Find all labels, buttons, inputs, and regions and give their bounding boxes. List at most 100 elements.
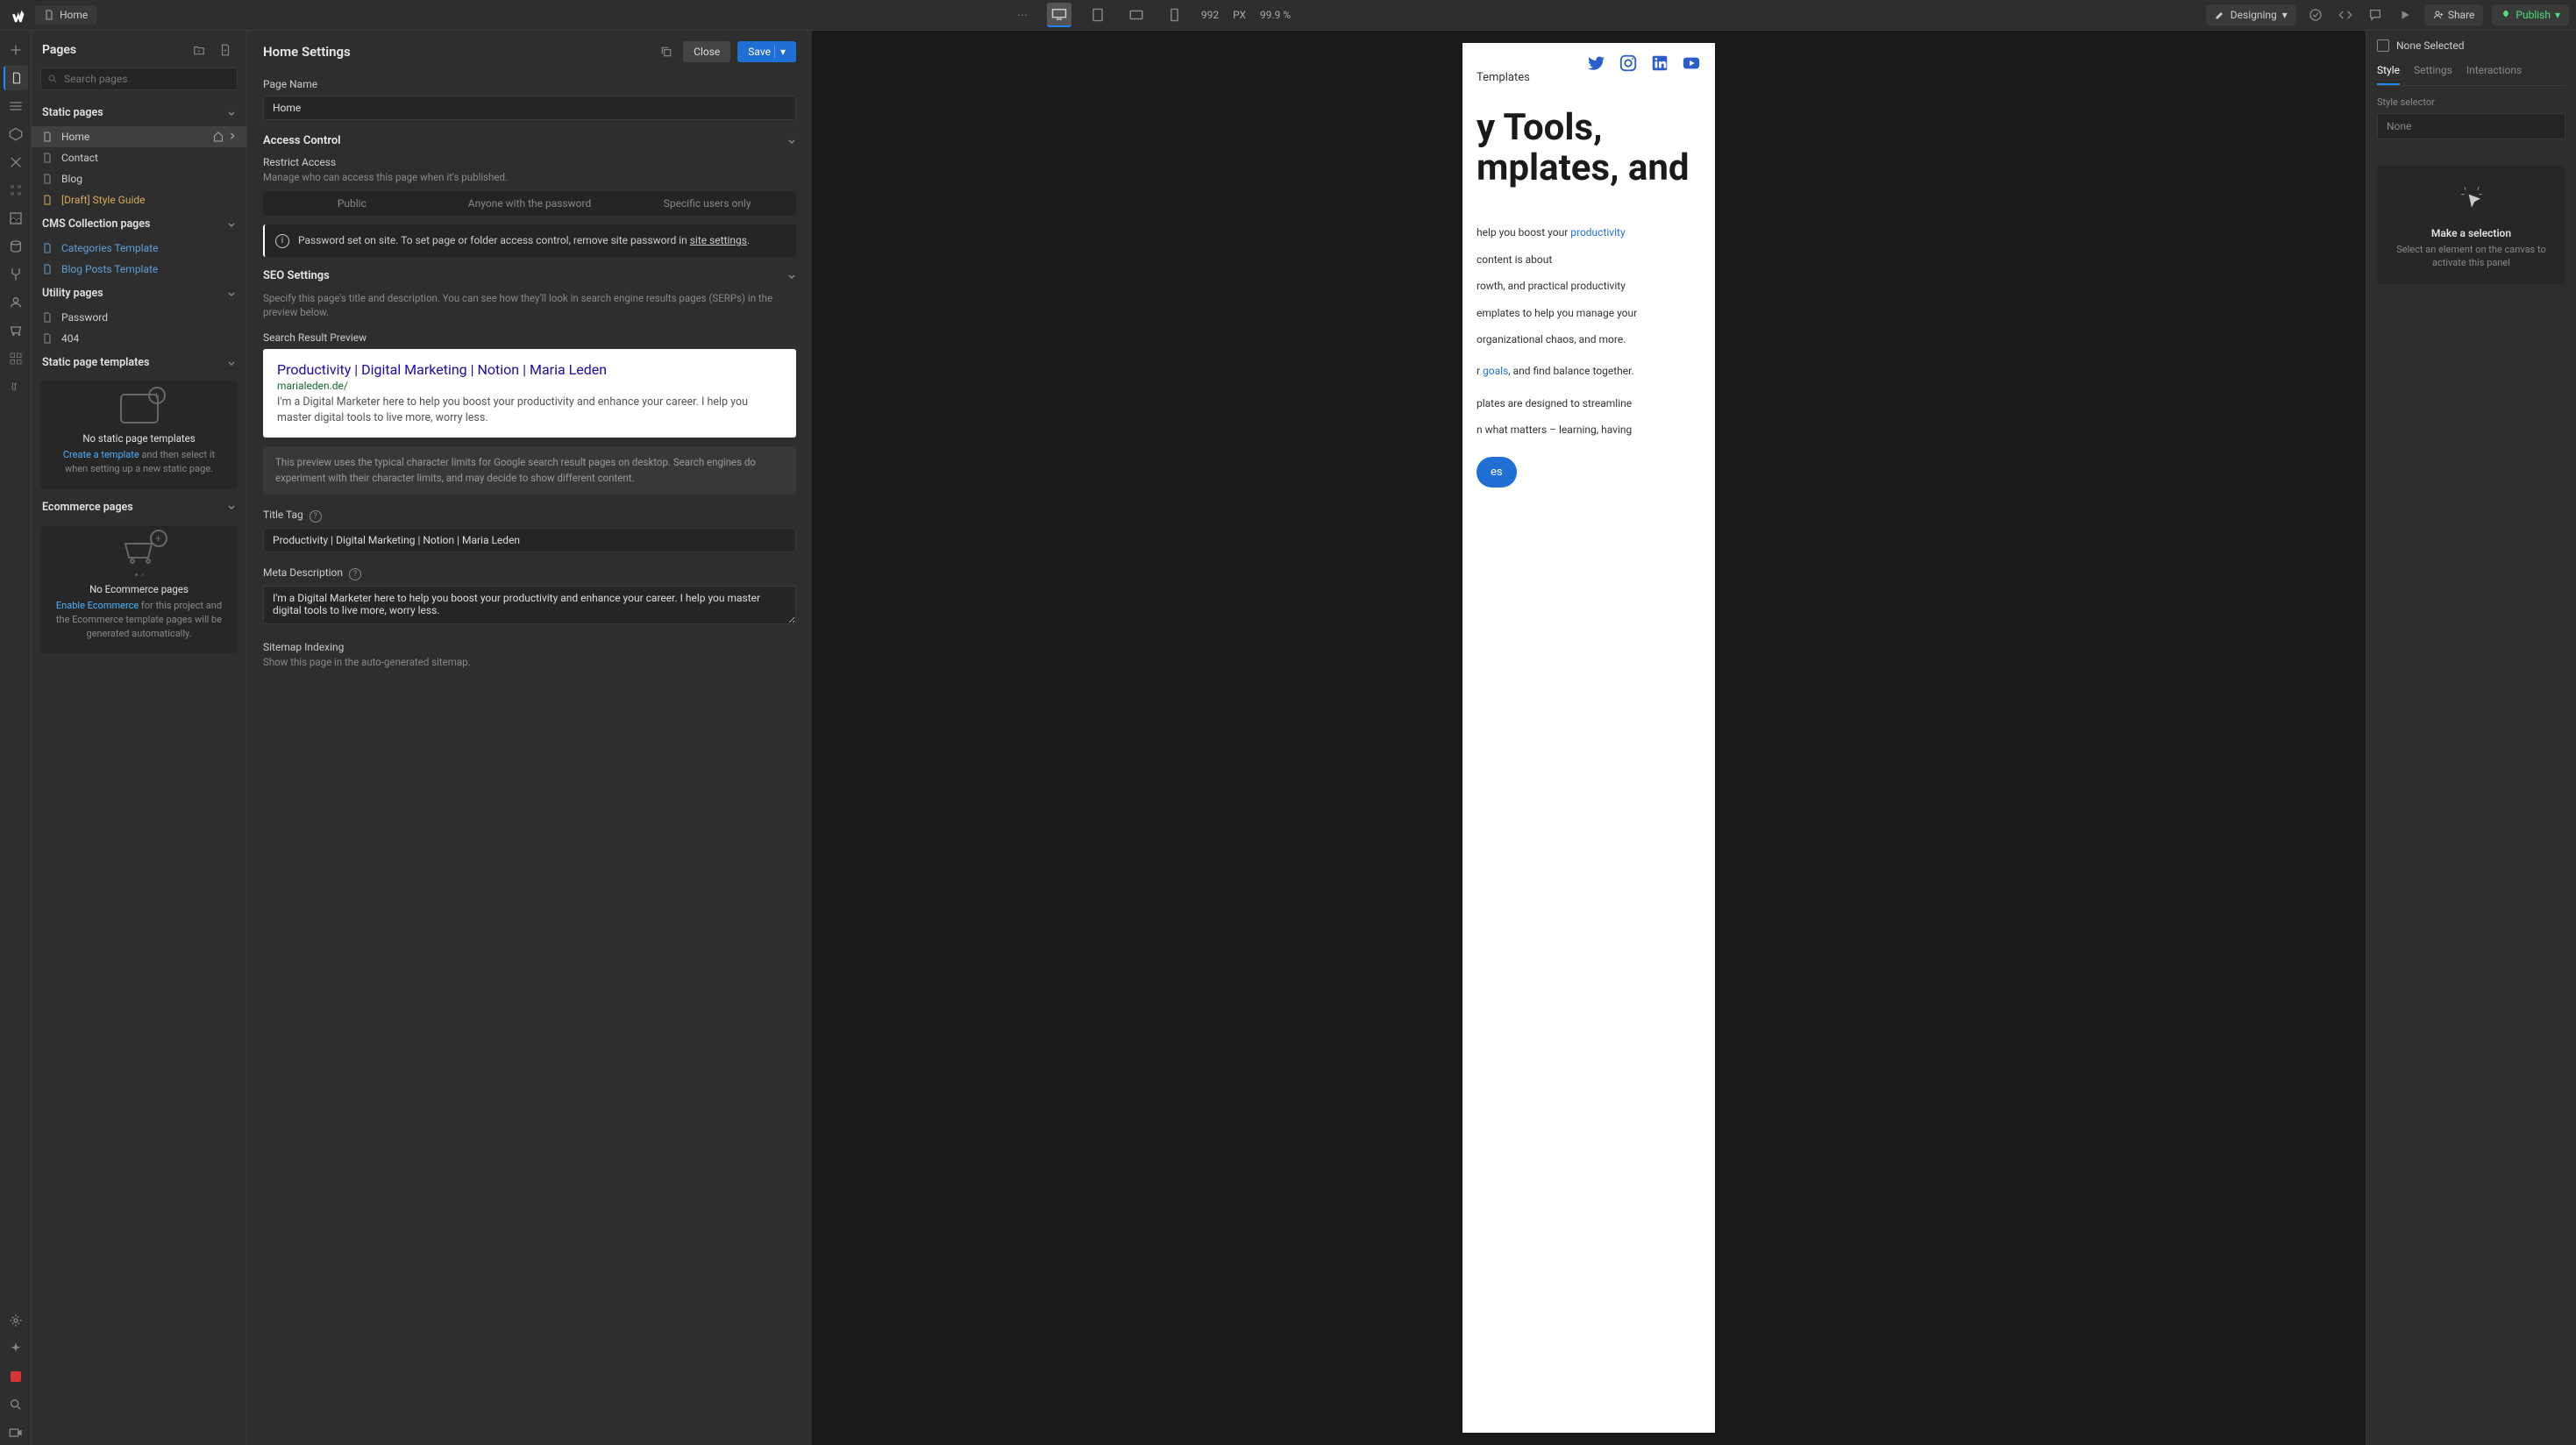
ecommerce-section[interactable]: Ecommerce pages — [32, 494, 246, 521]
breakpoint-landscape-icon[interactable] — [1124, 3, 1149, 27]
ecommerce-icon[interactable] — [4, 318, 28, 343]
hero-paragraph: emplates to help you manage your — [1477, 304, 1701, 322]
chevron-down-icon: ▾ — [2555, 9, 2560, 21]
user-plus-icon — [2433, 10, 2444, 20]
title-tag-input[interactable] — [263, 528, 796, 552]
search-rail-icon[interactable] — [4, 1392, 28, 1417]
more-icon[interactable]: ⋯ — [1012, 4, 1033, 25]
sitemap-label: Sitemap Indexing — [263, 641, 796, 653]
pages-title: Pages — [42, 43, 76, 57]
audit-icon[interactable] — [4, 1364, 28, 1389]
save-button[interactable]: Save ▾ — [737, 41, 796, 62]
duplicate-icon[interactable] — [657, 42, 676, 61]
page-label: Blog — [61, 173, 82, 185]
add-element-icon[interactable] — [4, 38, 28, 62]
canvas-page[interactable]: Templates y Tools, mplates, and help you… — [1462, 43, 1715, 1433]
close-button[interactable]: Close — [683, 41, 730, 62]
help-icon[interactable]: ? — [349, 568, 361, 580]
page-item-404[interactable]: 404 — [32, 328, 246, 349]
breakpoint-mobile-icon[interactable] — [1163, 3, 1187, 27]
style-manager-icon[interactable] — [4, 178, 28, 203]
assets-icon[interactable] — [4, 206, 28, 231]
page-selector-button[interactable]: Home — [35, 5, 96, 25]
create-template-link[interactable]: Create a template — [63, 449, 139, 460]
cta-button[interactable]: es — [1477, 457, 1517, 488]
plus-icon: + — [150, 530, 167, 547]
navigator-icon[interactable] — [4, 94, 28, 118]
comment-icon[interactable] — [2365, 4, 2386, 25]
share-label: Share — [2448, 9, 2475, 21]
breakpoint-tablet-icon[interactable] — [1085, 3, 1110, 27]
page-item-blog[interactable]: Blog — [32, 168, 246, 189]
twitter-icon[interactable] — [1587, 53, 1606, 73]
components-icon[interactable] — [4, 122, 28, 146]
page-item-password[interactable]: Password — [32, 307, 246, 328]
segment-password[interactable]: Anyone with the password — [441, 191, 619, 216]
nav-templates[interactable]: Templates — [1477, 71, 1530, 84]
variables-icon[interactable] — [4, 150, 28, 174]
linkedin-icon[interactable] — [1650, 53, 1669, 73]
empty-title: No Ecommerce pages — [53, 583, 225, 595]
page-item-home[interactable]: Home — [32, 126, 246, 147]
canvas[interactable]: Templates y Tools, mplates, and help you… — [812, 31, 2366, 1445]
templates-section[interactable]: Static page templates — [32, 349, 246, 376]
logic-icon[interactable] — [4, 262, 28, 287]
pages-panel: Pages Static pages Home — [32, 31, 247, 1445]
serp-title: Productivity | Digital Marketing | Notio… — [277, 361, 782, 378]
cms-pages-section[interactable]: CMS Collection pages — [32, 210, 246, 238]
hero-paragraph: r goals, and find balance together. — [1477, 362, 1701, 380]
site-settings-link[interactable]: site settings — [690, 234, 747, 246]
video-help-icon[interactable] — [4, 1420, 28, 1445]
help-icon[interactable]: ? — [310, 510, 322, 523]
canvas-zoom[interactable]: 99.9 % — [1260, 9, 1291, 21]
utility-pages-section[interactable]: Utility pages — [32, 280, 246, 307]
page-item-categories[interactable]: Categories Template — [32, 238, 246, 259]
page-item-style-guide[interactable]: [Draft] Style Guide — [32, 189, 246, 210]
page-icon — [42, 131, 54, 143]
search-icon — [47, 74, 58, 84]
ai-sparkle-icon[interactable] — [4, 1336, 28, 1361]
mode-button[interactable]: Designing ▾ — [2206, 4, 2296, 25]
page-icon — [42, 173, 54, 185]
find-icon[interactable]: {ƒ — [4, 374, 28, 399]
webflow-logo[interactable] — [7, 4, 28, 25]
share-button[interactable]: Share — [2424, 4, 2484, 25]
page-item-contact[interactable]: Contact — [32, 147, 246, 168]
pages-icon[interactable] — [4, 66, 28, 90]
new-folder-icon[interactable] — [189, 39, 210, 61]
canvas-width-unit: PX — [1233, 9, 1246, 21]
segment-public[interactable]: Public — [263, 191, 441, 216]
style-selector-input[interactable]: None — [2377, 113, 2565, 139]
page-item-blog-posts[interactable]: Blog Posts Template — [32, 259, 246, 280]
breakpoint-desktop-icon[interactable] — [1047, 3, 1071, 27]
tab-style[interactable]: Style — [2377, 64, 2400, 85]
main-layout: {ƒ Pages S — [0, 31, 2576, 1445]
users-icon[interactable] — [4, 290, 28, 315]
tab-settings[interactable]: Settings — [2414, 64, 2452, 85]
instagram-icon[interactable] — [1619, 53, 1638, 73]
preview-icon[interactable] — [2395, 4, 2416, 25]
canvas-width-value[interactable]: 992 — [1201, 9, 1219, 21]
serp-desc: I'm a Digital Marketer here to help you … — [277, 395, 782, 425]
new-page-icon[interactable] — [215, 39, 236, 61]
page-name-input[interactable] — [263, 96, 796, 120]
segment-users[interactable]: Specific users only — [618, 191, 796, 216]
enable-ecommerce-link[interactable]: Enable Ecommerce — [56, 600, 139, 611]
access-control-header[interactable]: Access Control — [263, 134, 796, 147]
seo-settings-header[interactable]: SEO Settings — [263, 269, 796, 282]
meta-desc-input[interactable]: I'm a Digital Marketer here to help you … — [263, 586, 796, 624]
check-icon[interactable] — [2305, 4, 2326, 25]
home-indicator-icon — [213, 132, 224, 142]
hero-paragraph: content is about — [1477, 251, 1701, 268]
apps-icon[interactable] — [4, 346, 28, 371]
static-pages-section[interactable]: Static pages — [32, 99, 246, 126]
pages-search-input[interactable] — [40, 68, 238, 90]
settings-gear-icon[interactable] — [4, 1308, 28, 1333]
mode-label: Designing — [2231, 9, 2277, 21]
publish-button[interactable]: Publish ▾ — [2492, 4, 2569, 25]
tab-interactions[interactable]: Interactions — [2466, 64, 2522, 85]
cms-icon[interactable] — [4, 234, 28, 259]
youtube-icon[interactable] — [1682, 53, 1701, 73]
code-icon[interactable] — [2335, 4, 2356, 25]
info-icon: i — [275, 234, 289, 248]
